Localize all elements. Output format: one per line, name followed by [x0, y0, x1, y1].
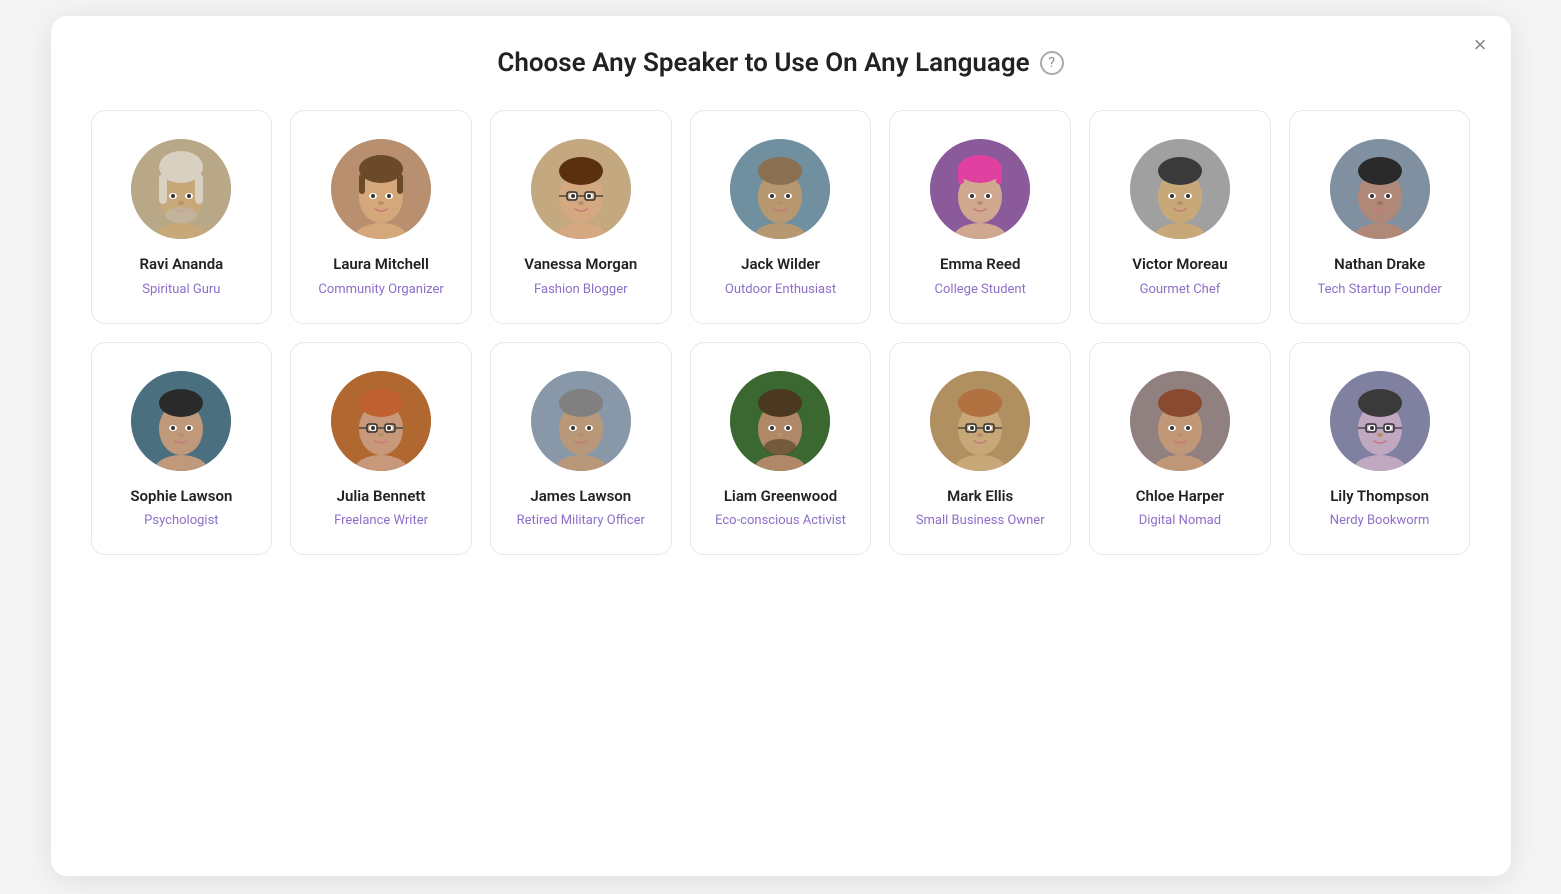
avatar-nathan [1330, 139, 1430, 239]
avatar-emma [930, 139, 1030, 239]
modal-title: Choose Any Speaker to Use On Any Languag… [497, 48, 1029, 78]
speaker-role-lily: Nerdy Bookworm [1330, 512, 1430, 530]
speaker-name-nathan: Nathan Drake [1334, 255, 1425, 275]
avatar-sophie [131, 371, 231, 471]
speaker-name-mark: Mark Ellis [947, 487, 1013, 507]
modal-header: Choose Any Speaker to Use On Any Languag… [91, 48, 1471, 78]
speaker-role-liam: Eco-conscious Activist [715, 512, 846, 530]
speaker-card-emma[interactable]: Emma Reed College Student [889, 110, 1071, 324]
close-button[interactable]: × [1474, 34, 1487, 56]
speaker-card-julia[interactable]: Julia Bennett Freelance Writer [290, 342, 472, 556]
speaker-name-liam: Liam Greenwood [724, 487, 837, 507]
speaker-name-victor: Victor Moreau [1132, 255, 1227, 275]
speaker-name-jack: Jack Wilder [741, 255, 820, 275]
speaker-role-julia: Freelance Writer [334, 512, 428, 530]
avatar-julia [331, 371, 431, 471]
speaker-name-vanessa: Vanessa Morgan [524, 255, 637, 275]
avatar-vanessa [531, 139, 631, 239]
avatar-ravi [131, 139, 231, 239]
speaker-role-victor: Gourmet Chef [1140, 281, 1221, 299]
speaker-card-ravi[interactable]: Ravi Ananda Spiritual Guru [91, 110, 273, 324]
speaker-card-chloe[interactable]: Chloe Harper Digital Nomad [1089, 342, 1271, 556]
speaker-card-victor[interactable]: Victor Moreau Gourmet Chef [1089, 110, 1271, 324]
avatar-jack [730, 139, 830, 239]
avatar-laura [331, 139, 431, 239]
speaker-role-ravi: Spiritual Guru [142, 281, 220, 299]
avatar-chloe [1130, 371, 1230, 471]
speaker-card-nathan[interactable]: Nathan Drake Tech Startup Founder [1289, 110, 1471, 324]
speaker-role-sophie: Psychologist [144, 512, 218, 530]
speaker-name-laura: Laura Mitchell [333, 255, 429, 275]
speaker-card-james[interactable]: James Lawson Retired Military Officer [490, 342, 672, 556]
speaker-card-liam[interactable]: Liam Greenwood Eco-conscious Activist [690, 342, 872, 556]
speaker-card-laura[interactable]: Laura Mitchell Community Organizer [290, 110, 472, 324]
speaker-name-julia: Julia Bennett [337, 487, 426, 507]
speaker-name-chloe: Chloe Harper [1136, 487, 1224, 507]
speaker-selection-modal: × Choose Any Speaker to Use On Any Langu… [51, 16, 1511, 876]
speaker-card-sophie[interactable]: Sophie Lawson Psychologist [91, 342, 273, 556]
speaker-name-james: James Lawson [530, 487, 631, 507]
speaker-card-jack[interactable]: Jack Wilder Outdoor Enthusiast [690, 110, 872, 324]
speaker-name-ravi: Ravi Ananda [139, 255, 223, 275]
avatar-liam [730, 371, 830, 471]
speaker-role-emma: College Student [935, 281, 1026, 299]
speaker-role-james: Retired Military Officer [517, 512, 645, 530]
speaker-role-nathan: Tech Startup Founder [1317, 281, 1441, 299]
speaker-name-emma: Emma Reed [940, 255, 1020, 275]
speaker-card-mark[interactable]: Mark Ellis Small Business Owner [889, 342, 1071, 556]
avatar-james [531, 371, 631, 471]
speaker-role-chloe: Digital Nomad [1139, 512, 1221, 530]
speaker-role-vanessa: Fashion Blogger [534, 281, 627, 299]
avatar-victor [1130, 139, 1230, 239]
speaker-role-jack: Outdoor Enthusiast [725, 281, 836, 299]
speaker-card-vanessa[interactable]: Vanessa Morgan Fashion Blogger [490, 110, 672, 324]
avatar-mark [930, 371, 1030, 471]
avatar-lily [1330, 371, 1430, 471]
speaker-name-lily: Lily Thompson [1330, 487, 1429, 507]
speaker-grid: Ravi Ananda Spiritual Guru Laura Mitchell… [91, 110, 1471, 555]
speaker-card-lily[interactable]: Lily Thompson Nerdy Bookworm [1289, 342, 1471, 556]
speaker-role-mark: Small Business Owner [916, 512, 1045, 530]
speaker-name-sophie: Sophie Lawson [130, 487, 232, 507]
help-icon[interactable]: ? [1040, 51, 1064, 75]
speaker-role-laura: Community Organizer [318, 281, 443, 299]
